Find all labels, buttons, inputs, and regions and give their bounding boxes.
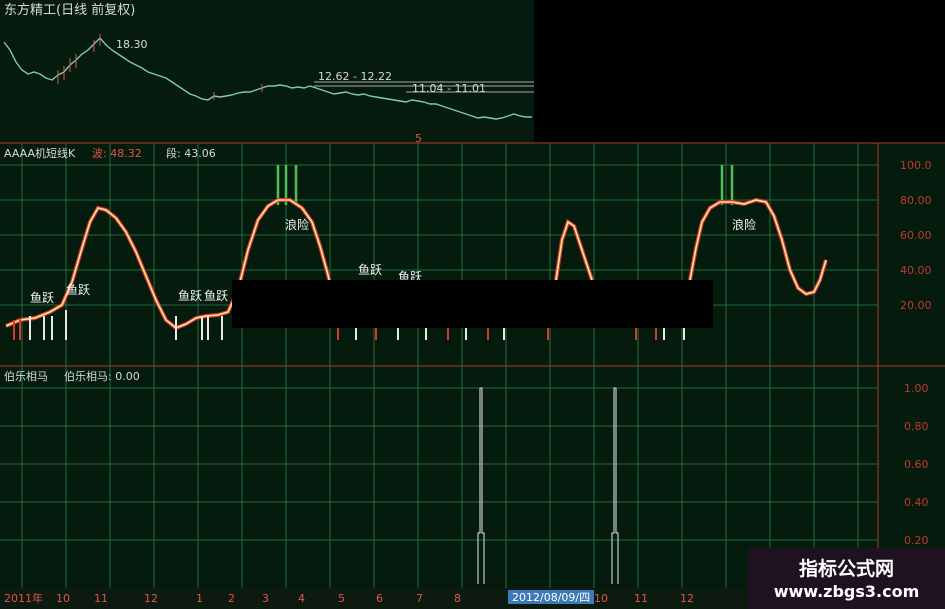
timeline-label: 3 (262, 592, 269, 605)
price-high-label: 18.30 (116, 38, 148, 51)
redaction-block (232, 280, 713, 328)
timeline-label: 5 (338, 592, 345, 605)
svg-text:1.00: 1.00 (904, 382, 929, 395)
watermark-url: www.zbgs3.com (773, 582, 920, 601)
timeline-label: 2 (228, 592, 235, 605)
svg-text:80.00: 80.00 (900, 194, 932, 207)
timeline-label: 1 (196, 592, 203, 605)
svg-text:0.80: 0.80 (904, 420, 929, 433)
svg-text:0.40: 0.40 (904, 496, 929, 509)
timeline-label: 12 (680, 592, 694, 605)
watermark: 指标公式网 www.zbgs3.com (748, 548, 945, 609)
annotation-fish-jump-2: 鱼跃 (66, 283, 90, 297)
annotation-danger-1: 浪险 (285, 217, 309, 232)
annotation-fish-jump-5: 鱼跃 (358, 263, 382, 277)
svg-text:0.20: 0.20 (904, 534, 929, 547)
timeline-label: 2011年 (4, 591, 43, 605)
svg-text:0.60: 0.60 (904, 458, 929, 471)
timeline-label: 4 (298, 592, 305, 605)
svg-text:20.00: 20.00 (900, 299, 932, 312)
chart-canvas: 东方精工(日线 前复权) 18.30 12.62 - 12.22 11.04 -… (0, 0, 945, 609)
svg-text:40.00: 40.00 (900, 264, 932, 277)
annotation-danger-2: 浪险 (732, 217, 756, 232)
timeline-label: 12 (144, 592, 158, 605)
price-panel-title: 东方精工(日线 前复权) (4, 2, 135, 18)
indicator-panel-bg (0, 143, 945, 366)
price-marker: 5 (415, 132, 422, 145)
price-range1-label: 12.62 - 12.22 (318, 70, 392, 83)
timeline-label: 10 (594, 592, 608, 605)
price-panel-bg (0, 0, 534, 143)
timeline-label: 11 (634, 592, 648, 605)
timeline-label: 6 (376, 592, 383, 605)
timeline-label: 8 (454, 592, 461, 605)
timeline-cursor-date: 2012/08/09/四 (512, 591, 590, 604)
annotation-fish-jump-4: 鱼跃 (204, 289, 228, 303)
watermark-name: 指标公式网 (798, 558, 894, 580)
indicator-segment-label: 段: 43.06 (166, 146, 216, 160)
annotation-fish-jump-1: 鱼跃 (30, 291, 54, 305)
indicator-wave-label: 波: 48.32 (92, 147, 142, 160)
price-range2-label: 11.04 - 11.01 (412, 82, 486, 95)
timeline-label: 7 (416, 592, 423, 605)
timeline-label: 10 (56, 592, 70, 605)
svg-text:60.00: 60.00 (900, 229, 932, 242)
timeline-label: 11 (94, 592, 108, 605)
bole-name: 伯乐相马 (4, 369, 48, 383)
svg-text:100.0: 100.0 (900, 159, 932, 172)
indicator-name: AAAA机短线K (4, 146, 76, 160)
bole-value-label: 伯乐相马: 0.00 (64, 369, 140, 383)
price-panel-right-blank (534, 0, 945, 143)
annotation-fish-jump-3: 鱼跃 (178, 289, 202, 303)
